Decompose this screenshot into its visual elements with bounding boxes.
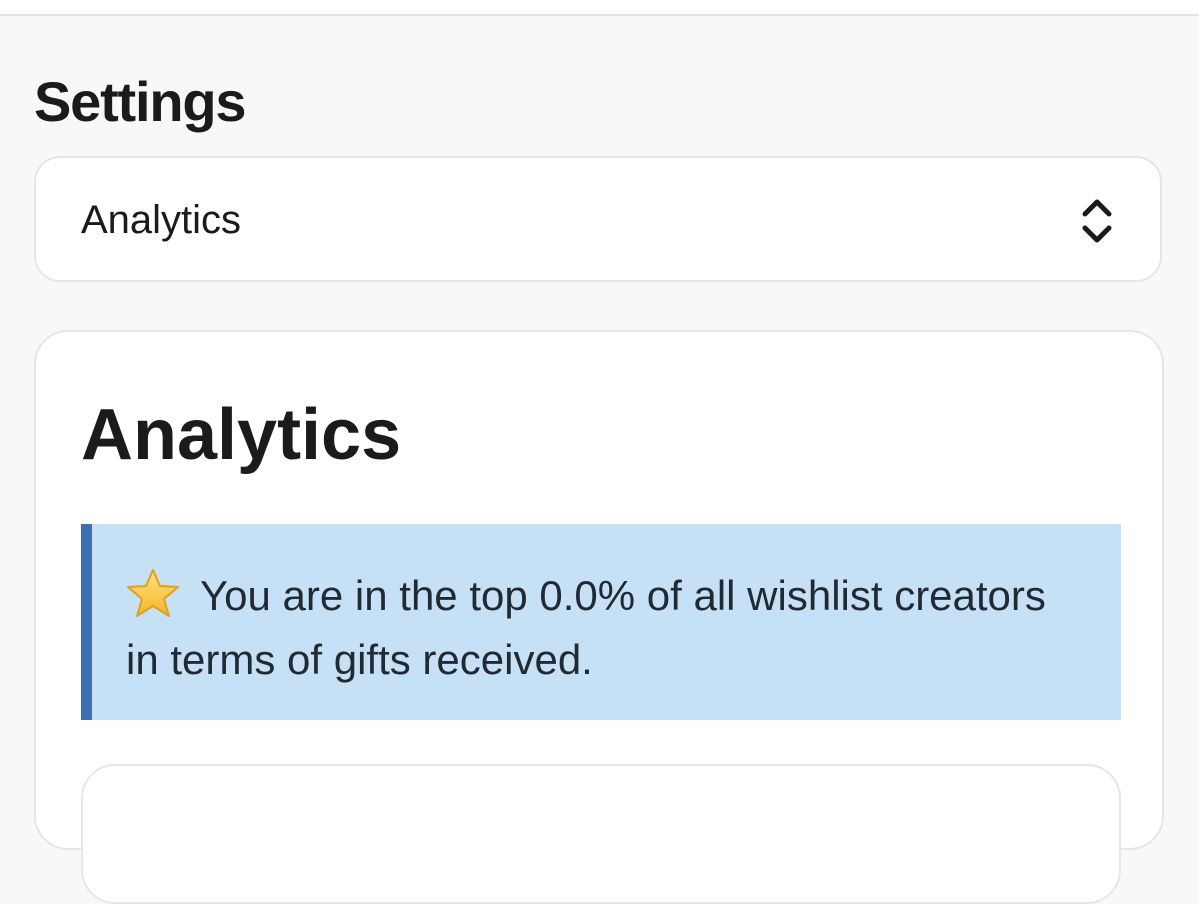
- info-callout-body: You are in the top 0.0% of all wishlist …: [126, 564, 1087, 692]
- analytics-title: Analytics: [81, 395, 402, 475]
- info-callout: You are in the top 0.0% of all wishlist …: [81, 524, 1121, 720]
- section-select[interactable]: Analytics: [34, 156, 1162, 282]
- page-title: Settings: [34, 70, 247, 133]
- section-select-value: Analytics: [81, 198, 242, 242]
- chevron-up-down-icon: [1082, 199, 1112, 243]
- analytics-stat-card: [81, 764, 1121, 904]
- top-bar: [0, 0, 1199, 16]
- analytics-card: Analytics You are in the top 0.0% of all…: [34, 330, 1164, 904]
- info-callout-text: You are in the top 0.0% of all wishlist …: [126, 572, 1046, 683]
- star-icon: [127, 569, 179, 617]
